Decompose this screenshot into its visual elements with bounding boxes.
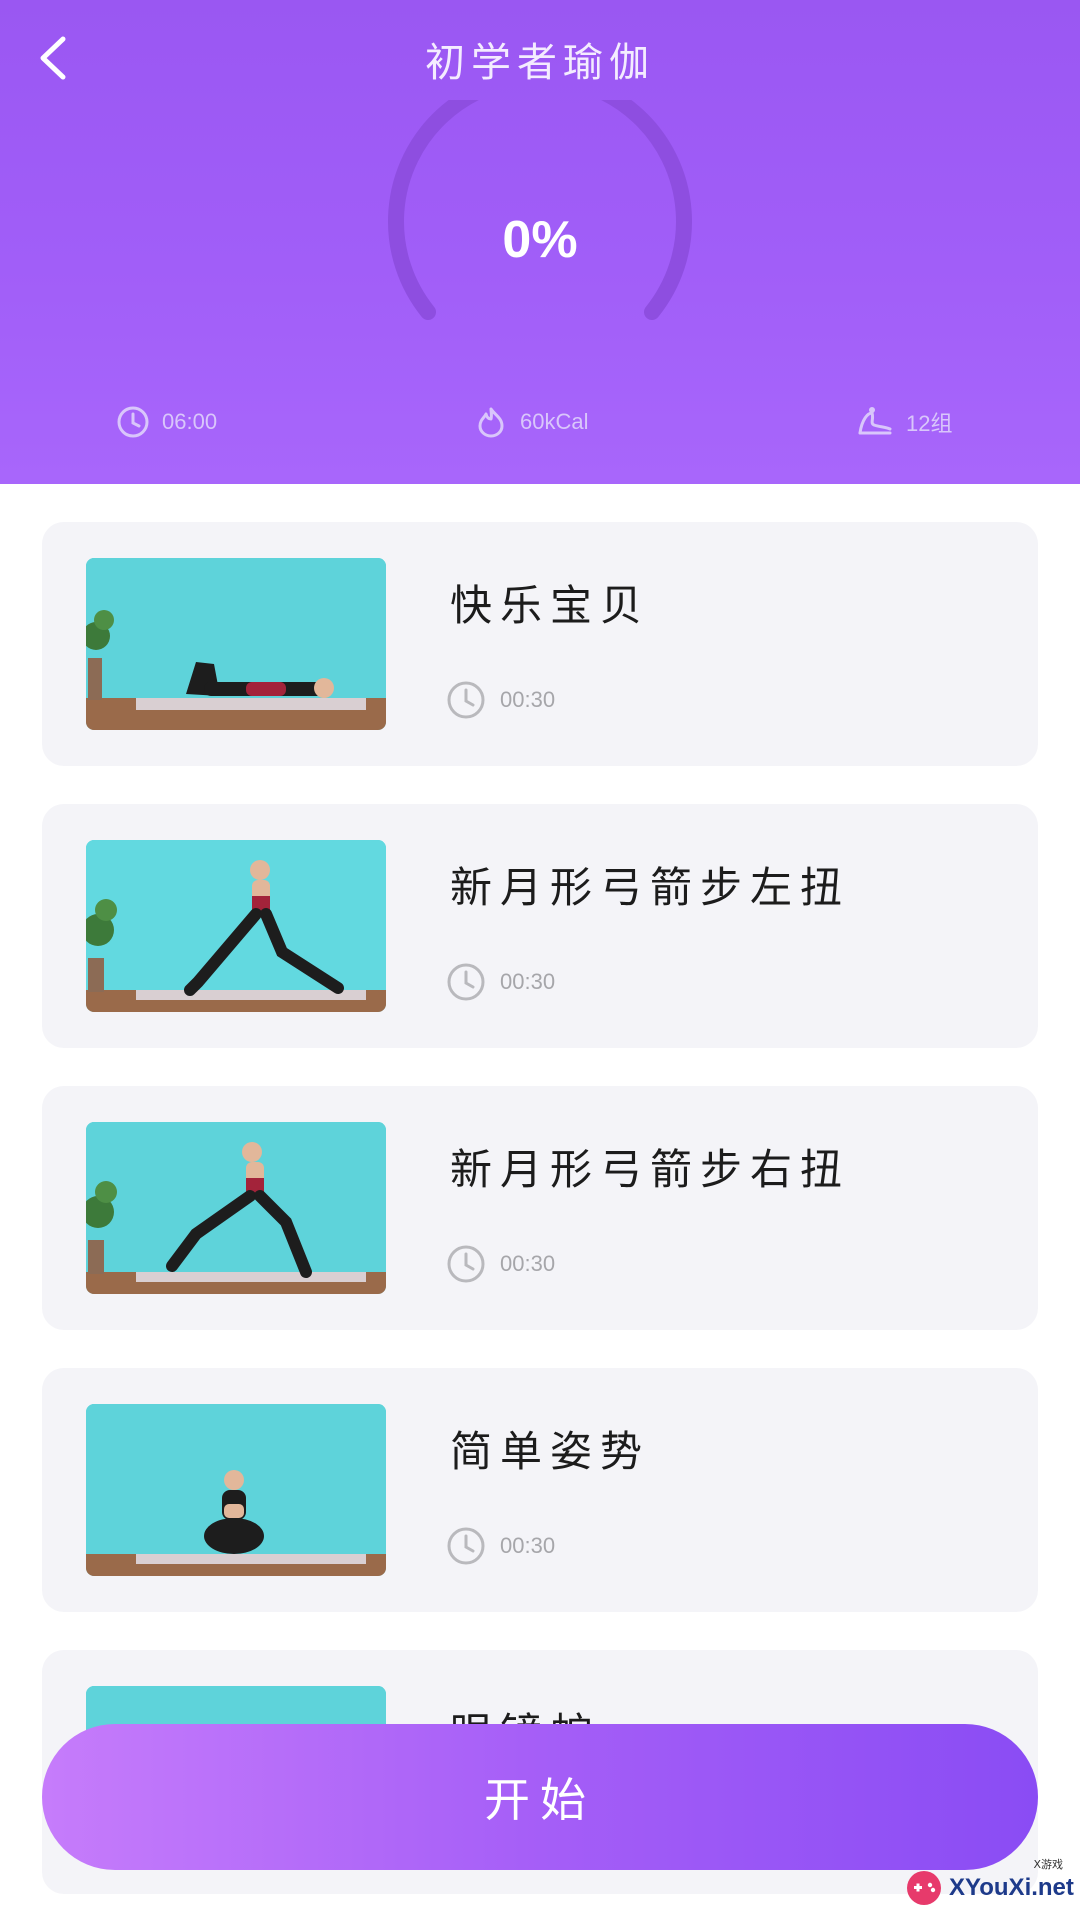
exercise-thumbnail bbox=[86, 558, 386, 730]
stat-groups: 12组 bbox=[856, 405, 952, 439]
exercise-card[interactable]: 简单姿势 00:30 bbox=[42, 1368, 1038, 1612]
exercise-card[interactable]: 快乐宝贝 00:30 bbox=[42, 522, 1038, 766]
exercise-duration-value: 00:30 bbox=[500, 687, 556, 712]
clock-icon bbox=[447, 1245, 485, 1283]
gamepad-icon bbox=[907, 1871, 941, 1905]
stat-calories-value: 60kCal bbox=[520, 409, 589, 434]
exercise-duration: 00:30 bbox=[446, 962, 555, 1002]
exercise-duration-value: 00:30 bbox=[500, 969, 556, 994]
exercise-duration-value: 00:30 bbox=[500, 1251, 556, 1276]
clock-icon bbox=[447, 963, 485, 1001]
header: 初学者瑜伽 0% 06:00 60kCal 12组 bbox=[0, 0, 1080, 484]
exercise-title: 新月形弓箭步左扭 bbox=[450, 863, 851, 912]
watermark-text: XYouXi.net bbox=[949, 1874, 1074, 1901]
start-button[interactable]: 开始 bbox=[42, 1724, 1038, 1870]
exercise-duration: 00:30 bbox=[446, 1526, 555, 1566]
exercise-duration: 00:30 bbox=[446, 680, 555, 720]
exercise-duration: 00:30 bbox=[446, 1244, 555, 1284]
clock-icon bbox=[447, 1527, 485, 1565]
progress-percent: 0% bbox=[502, 211, 578, 269]
exercise-card[interactable]: 新月形弓箭步右扭 00:30 bbox=[42, 1086, 1038, 1330]
stat-duration: 06:00 bbox=[116, 405, 217, 439]
page-title: 初学者瑜伽 bbox=[425, 40, 655, 86]
watermark-logo: XYouXi.net X游戏 bbox=[905, 1858, 1077, 1916]
exercise-thumbnail bbox=[86, 1122, 386, 1294]
start-button-label: 开始 bbox=[484, 1773, 596, 1827]
flame-icon bbox=[478, 407, 504, 438]
exercise-title: 快乐宝贝 bbox=[450, 581, 651, 630]
exercise-duration-value: 00:30 bbox=[500, 1533, 556, 1558]
clock-icon bbox=[117, 406, 149, 438]
exercise-card[interactable]: 新月形弓箭步左扭 00:30 bbox=[42, 804, 1038, 1048]
exercise-thumbnail bbox=[86, 840, 386, 1012]
stat-groups-value: 12组 bbox=[906, 411, 953, 436]
exercise-title: 新月形弓箭步右扭 bbox=[450, 1145, 851, 1194]
stat-duration-value: 06:00 bbox=[162, 409, 218, 434]
clock-icon bbox=[447, 681, 485, 719]
watermark-small: X游戏 bbox=[1033, 1858, 1063, 1871]
exercise-title: 简单姿势 bbox=[450, 1427, 651, 1476]
stat-calories: 60kCal bbox=[474, 405, 588, 439]
exercise-thumbnail bbox=[86, 1404, 386, 1576]
stretch-icon bbox=[858, 407, 892, 435]
stats-row: 06:00 60kCal 12组 bbox=[0, 405, 1080, 449]
